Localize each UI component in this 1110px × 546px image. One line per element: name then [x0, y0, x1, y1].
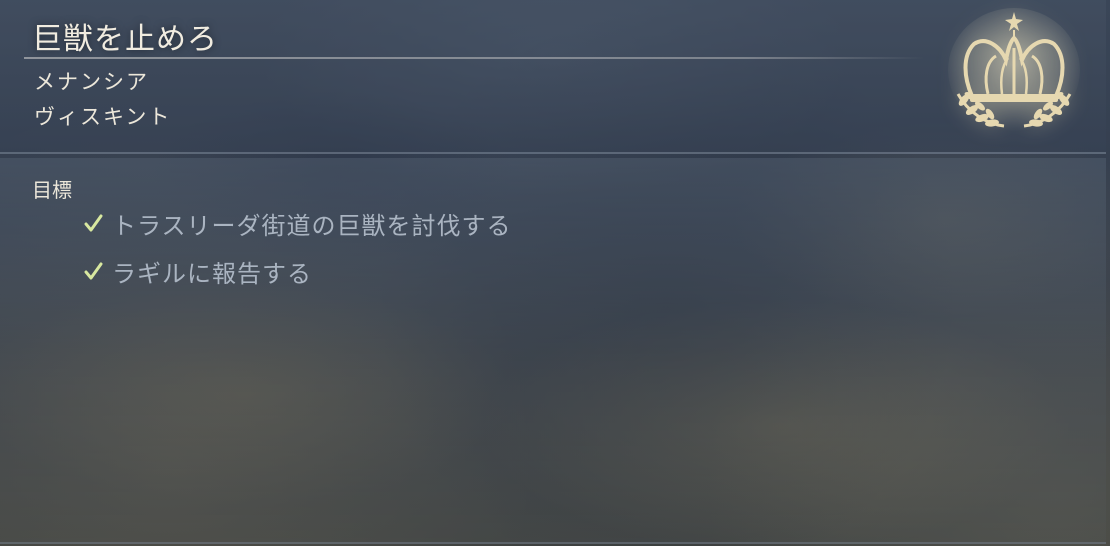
check-icon: [84, 262, 103, 280]
quest-header-panel: 巨獣を止めろ メナンシア ヴィスキント: [0, 0, 1106, 154]
objective-item: トラスリーダ街道の巨獣を討伐する: [82, 206, 512, 240]
check-icon: [84, 214, 103, 232]
objective-text: トラスリーダ街道の巨獣を討伐する: [112, 211, 512, 240]
objectives-heading: 目標: [32, 178, 72, 202]
quest-title: 巨獣を止めろ: [32, 22, 218, 57]
objective-item: ラギルに報告する: [82, 254, 312, 288]
quest-location-town: ヴィスキント: [34, 105, 172, 129]
title-divider: [24, 57, 924, 59]
crown-laurel-icon: [948, 8, 1080, 132]
quest-location-region: メナンシア: [34, 70, 149, 94]
objective-text: ラギルに報告する: [112, 259, 312, 288]
